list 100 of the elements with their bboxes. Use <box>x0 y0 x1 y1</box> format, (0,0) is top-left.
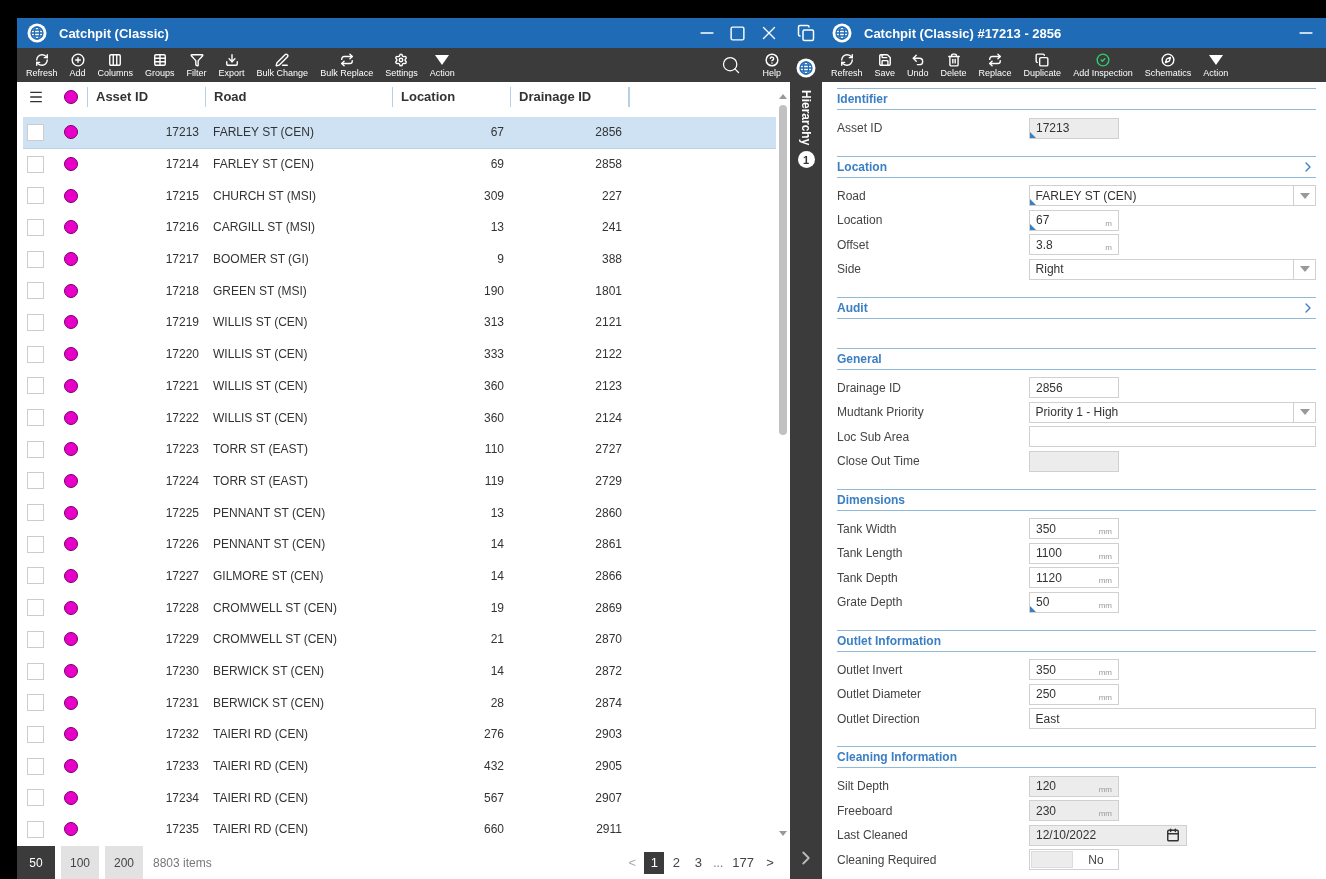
table-row[interactable]: 17227 GILMORE ST (CEN) 14 2866 <box>23 560 776 593</box>
table-row[interactable]: 17220 WILLIS ST (CEN) 333 2122 <box>23 338 776 371</box>
input-field[interactable]: 250 mm <box>1029 683 1119 705</box>
checkbox[interactable] <box>27 313 44 331</box>
checkbox[interactable] <box>27 377 44 395</box>
table-row[interactable]: 17219 WILLIS ST (CEN) 313 2121 <box>23 307 776 339</box>
restore-icon[interactable] <box>797 24 815 42</box>
input-field[interactable]: 120 mm <box>1029 775 1119 797</box>
maximize-icon[interactable] <box>729 24 746 42</box>
checkbox[interactable] <box>27 535 44 553</box>
checkbox[interactable] <box>27 155 44 173</box>
search-icon[interactable] <box>721 55 742 75</box>
checkbox[interactable] <box>27 504 44 522</box>
table-row[interactable]: 17214 FARLEY ST (CEN) 69 2858 <box>23 148 776 181</box>
checkbox[interactable] <box>27 472 44 490</box>
bulk-change-button[interactable]: Bulk Change <box>251 52 314 78</box>
checkbox[interactable] <box>27 694 44 712</box>
column-header[interactable]: Drainage ID <box>510 87 628 107</box>
dropdown[interactable]: Right <box>1028 258 1316 280</box>
add-inspection-button[interactable]: Add Inspection <box>1068 52 1138 78</box>
table-row[interactable]: 17223 TORR ST (EAST) 110 2727 <box>23 433 776 466</box>
duplicate-button[interactable]: Duplicate <box>1018 52 1067 78</box>
undo-button[interactable]: Undo <box>902 52 934 78</box>
table-row[interactable]: 17224 TORR ST (EAST) 119 2729 <box>23 465 776 498</box>
checkbox[interactable] <box>27 345 44 363</box>
page-button[interactable]: 3 <box>688 851 709 874</box>
refresh-button[interactable]: Refresh <box>21 52 63 78</box>
checkbox[interactable] <box>27 757 44 775</box>
column-header[interactable]: Location <box>392 87 510 107</box>
section-header[interactable]: Audit <box>837 296 1316 319</box>
input-field[interactable]: 2856 <box>1029 377 1119 399</box>
save-button[interactable]: Save <box>869 52 901 78</box>
checkbox[interactable] <box>27 630 44 648</box>
input-field[interactable]: 350 mm <box>1029 659 1119 681</box>
table-row[interactable]: 17216 CARGILL ST (MSI) 13 241 <box>23 212 776 244</box>
columns-button[interactable]: Columns <box>92 52 139 78</box>
table-row[interactable]: 17229 CROMWELL ST (CEN) 21 2870 <box>23 624 776 656</box>
export-button[interactable]: Export <box>213 52 250 78</box>
section-header[interactable]: Location <box>837 155 1316 178</box>
input-field[interactable]: 67 m <box>1029 209 1119 231</box>
hierarchy-tab[interactable]: Hierarchy <box>799 90 813 146</box>
calendar-icon[interactable] <box>1166 828 1180 843</box>
checkbox[interactable] <box>27 662 44 680</box>
checkbox[interactable] <box>27 250 44 268</box>
next-page-button[interactable]: > <box>760 851 780 874</box>
page-size-button[interactable]: 100 <box>61 846 99 879</box>
table-row[interactable]: 17231 BERWICK ST (CEN) 28 2874 <box>23 687 776 720</box>
checkbox[interactable] <box>27 187 44 205</box>
date-field[interactable]: 12/10/2022 <box>1029 824 1187 846</box>
table-row[interactable]: 17226 PENNANT ST (CEN) 14 2861 <box>23 528 776 561</box>
checkbox[interactable] <box>27 820 44 838</box>
settings-button[interactable]: Settings <box>380 52 423 78</box>
schematics-button[interactable]: Schematics <box>1139 52 1197 78</box>
filter-button[interactable]: Filter <box>181 52 212 78</box>
page-button[interactable]: 1 <box>644 851 665 874</box>
scroll-up-icon[interactable] <box>779 94 787 99</box>
input-field[interactable]: 50 mm <box>1029 591 1119 613</box>
action-button[interactable]: Action <box>424 52 460 78</box>
table-row[interactable]: 17213 FARLEY ST (CEN) 67 2856 <box>23 117 776 149</box>
page-button[interactable]: 2 <box>666 851 687 874</box>
dropdown[interactable]: FARLEY ST (CEN) <box>1028 185 1316 207</box>
add-button[interactable]: Add <box>64 52 91 78</box>
input-field[interactable]: 230 mm <box>1029 800 1119 822</box>
dropdown[interactable]: Priority 1 - High <box>1028 401 1316 423</box>
table-row[interactable]: 17235 TAIERI RD (CEN) 660 2911 <box>23 814 776 846</box>
input-field[interactable]: 1120 mm <box>1029 567 1119 589</box>
table-row[interactable]: 17233 TAIERI RD (CEN) 432 2905 <box>23 750 776 783</box>
help-button[interactable]: Help <box>757 52 786 78</box>
column-header[interactable]: Road <box>205 87 392 107</box>
replace-button[interactable]: Replace <box>973 52 1017 78</box>
table-row[interactable]: 17218 GREEN ST (MSI) 190 1801 <box>23 275 776 308</box>
table-row[interactable]: 17217 BOOMER ST (GI) 9 388 <box>23 243 776 276</box>
groups-button[interactable]: Groups <box>140 52 180 78</box>
table-row[interactable]: 17222 WILLIS ST (CEN) 360 2124 <box>23 402 776 434</box>
checkbox[interactable] <box>27 123 44 141</box>
input-field[interactable]: 3.8 m <box>1029 234 1119 256</box>
checkbox[interactable] <box>27 789 44 807</box>
table-row[interactable]: 17234 TAIERI RD (CEN) 567 2907 <box>23 782 776 815</box>
table-row[interactable]: 17232 TAIERI RD (CEN) 276 2903 <box>23 719 776 751</box>
checkbox[interactable] <box>27 725 44 743</box>
input-field[interactable] <box>1029 450 1119 472</box>
checkbox[interactable] <box>27 409 44 427</box>
page-button[interactable]: 177 <box>728 851 758 874</box>
refresh-button[interactable]: Refresh <box>826 52 868 78</box>
table-row[interactable]: 17230 BERWICK ST (CEN) 14 2872 <box>23 655 776 688</box>
input-field[interactable]: 350 mm <box>1029 518 1119 540</box>
page-size-button[interactable]: 200 <box>105 846 143 879</box>
scroll-thumb[interactable] <box>779 105 787 435</box>
checkbox[interactable] <box>27 218 44 236</box>
checkbox[interactable] <box>27 567 44 585</box>
toggle-switch[interactable]: No <box>1029 849 1119 871</box>
table-row[interactable]: 17225 PENNANT ST (CEN) 13 2860 <box>23 497 776 529</box>
menu-icon[interactable] <box>28 89 44 105</box>
checkbox[interactable] <box>27 440 44 458</box>
checkbox[interactable] <box>27 282 44 300</box>
table-row[interactable]: 17215 CHURCH ST (MSI) 309 227 <box>23 180 776 213</box>
input-field[interactable]: 17213 <box>1029 117 1119 139</box>
input-field[interactable]: East <box>1028 708 1316 730</box>
bulk-replace-button[interactable]: Bulk Replace <box>315 52 379 78</box>
table-row[interactable]: 17228 CROMWELL ST (CEN) 19 2869 <box>23 592 776 624</box>
